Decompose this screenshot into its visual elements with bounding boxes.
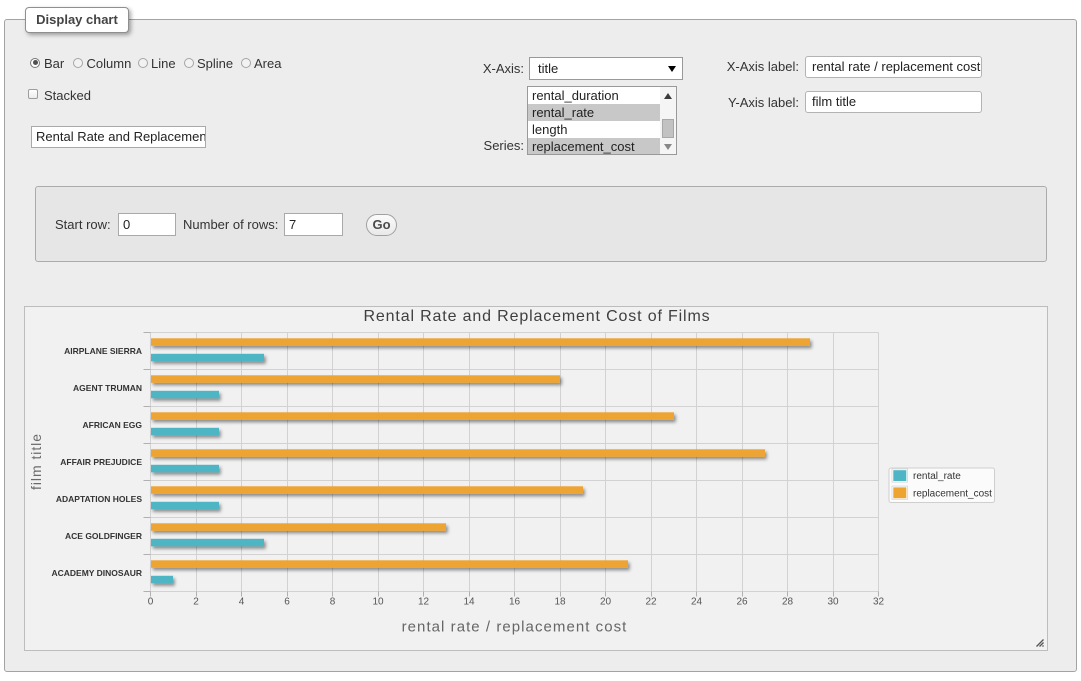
svg-text:replacement_cost: replacement_cost (913, 489, 992, 500)
svg-text:12: 12 (418, 597, 430, 608)
svg-text:2: 2 (193, 597, 199, 608)
svg-text:10: 10 (372, 597, 384, 608)
svg-text:4: 4 (239, 597, 245, 608)
svg-text:8: 8 (330, 597, 336, 608)
svg-text:18: 18 (554, 597, 566, 608)
svg-text:20: 20 (600, 597, 612, 608)
svg-text:AGENT TRUMAN: AGENT TRUMAN (73, 383, 142, 393)
svg-text:16: 16 (509, 597, 521, 608)
svg-text:6: 6 (284, 597, 290, 608)
svg-text:ACE GOLDFINGER: ACE GOLDFINGER (65, 531, 142, 541)
svg-text:26: 26 (736, 597, 748, 608)
svg-text:ADAPTATION HOLES: ADAPTATION HOLES (56, 494, 142, 504)
svg-text:24: 24 (691, 597, 703, 608)
svg-text:AFFAIR PREJUDICE: AFFAIR PREJUDICE (60, 457, 142, 467)
svg-text:AFRICAN EGG: AFRICAN EGG (83, 420, 143, 430)
svg-text:14: 14 (463, 597, 475, 608)
svg-text:rental rate / replacement cost: rental rate / replacement cost (402, 619, 628, 636)
svg-text:rental_rate: rental_rate (913, 471, 961, 482)
svg-text:0: 0 (148, 597, 154, 608)
svg-text:22: 22 (645, 597, 657, 608)
svg-text:AIRPLANE SIERRA: AIRPLANE SIERRA (64, 346, 142, 356)
svg-text:film title: film title (28, 433, 44, 490)
svg-text:ACADEMY DINOSAUR: ACADEMY DINOSAUR (51, 568, 142, 578)
svg-text:32: 32 (873, 597, 885, 608)
svg-text:28: 28 (782, 597, 794, 608)
svg-text:30: 30 (827, 597, 839, 608)
svg-text:Rental Rate and Replacement Co: Rental Rate and Replacement Cost of Film… (364, 308, 711, 325)
